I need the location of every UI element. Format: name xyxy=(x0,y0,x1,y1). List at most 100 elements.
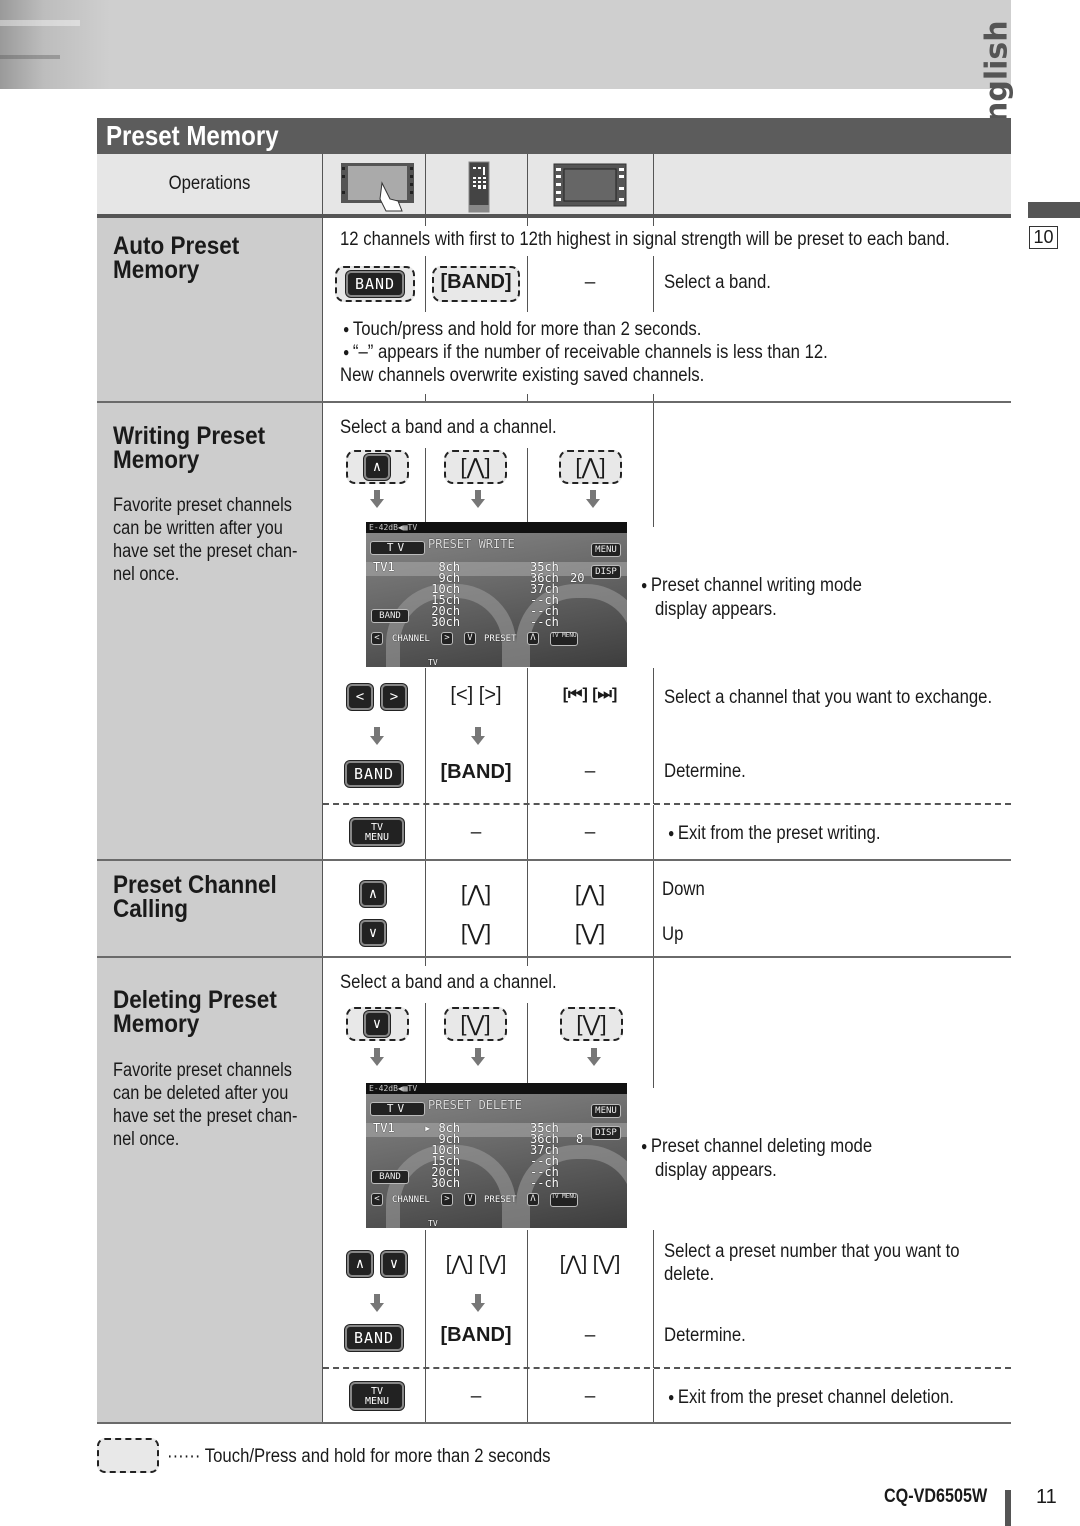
writing-preset-intro: Select a band and a channel. xyxy=(340,417,557,438)
down-arrow-icon xyxy=(370,1048,384,1066)
screen-disp-button: DISP xyxy=(591,1126,621,1140)
screen-disp-button: DISP xyxy=(591,565,621,579)
down-arrow-icon xyxy=(370,727,384,745)
deleting-screen-note: display appears. xyxy=(655,1160,777,1181)
down-arrow-icon xyxy=(587,1048,601,1066)
preset-down-touch-key[interactable]: ∨ xyxy=(381,1251,407,1277)
column-divider xyxy=(527,1003,528,1083)
down-arrow-icon xyxy=(471,1294,485,1312)
header-banner xyxy=(0,0,1011,89)
unit-key-none: – xyxy=(584,761,596,782)
preset-down-touch-key[interactable]: ∨ xyxy=(360,920,386,946)
column-divider xyxy=(425,1003,426,1083)
screen-right-channel-list: 35ch 36ch 37ch --ch --ch --ch xyxy=(530,1121,559,1190)
head-unit-icon xyxy=(553,163,627,207)
screen-right-channel-list: 35ch 36ch 37ch --ch --ch --ch xyxy=(530,560,559,629)
preset-up-touch-key[interactable]: ∧ xyxy=(347,1251,373,1277)
screen-counter: 8 xyxy=(576,1132,584,1146)
channel-unit-keys: [⏮] [⏭] xyxy=(562,686,618,703)
deleting-step2-action: Select a preset number that you want to d… xyxy=(664,1241,960,1285)
deleting-screen-note: Preset channel deleting mode xyxy=(641,1135,872,1160)
preset-down-unit-key: [⋁] xyxy=(576,1011,607,1036)
writing-preset-section-label: Writing Preset Memory Favorite preset cha… xyxy=(97,403,323,860)
column-divider xyxy=(653,861,654,957)
column-divider xyxy=(527,154,528,214)
screen-bottom-label: TV xyxy=(428,658,438,667)
screen-counter: 20 xyxy=(570,571,585,585)
screen-channel-label: CHANNEL xyxy=(392,634,430,644)
down-arrow-icon xyxy=(471,490,485,508)
column-divider xyxy=(653,218,654,226)
screen-preset-up-button: Λ xyxy=(527,632,539,645)
down-arrow-icon xyxy=(471,727,485,745)
auto-preset-note: Touch/press and hold for more than 2 sec… xyxy=(343,318,702,343)
screen-bridge-deck xyxy=(366,1123,627,1137)
legend-description: Touch/Press and hold for more than 2 sec… xyxy=(204,1446,551,1467)
auto-preset-note: “–” appears if the number of receivable … xyxy=(343,341,828,366)
language-tab: English xyxy=(980,20,1067,200)
screen-heading: PRESET DELETE xyxy=(428,1098,522,1112)
screen-band-button: BAND xyxy=(371,1170,409,1184)
preset-delete-screen: E-42dB◀▦TV TV PRESET DELETE MENU DISP TV… xyxy=(366,1083,627,1228)
page-title: Preset Memory xyxy=(106,120,279,151)
writing-preset-description: Favorite preset channels can be written a… xyxy=(113,495,298,585)
screen-preset-up-button: Λ xyxy=(527,1193,539,1206)
preset-up-touch-key[interactable]: ∧ xyxy=(360,881,386,907)
deleting-preset-section-label: Deleting Preset Memory Favorite preset ch… xyxy=(97,958,323,1423)
screen-heading: PRESET WRITE xyxy=(428,537,515,551)
screen-preset-down-button: V xyxy=(464,632,476,645)
channel-next-touch-key[interactable]: > xyxy=(381,684,407,710)
legend-text: ······ Touch/Press and hold for more tha… xyxy=(167,1445,551,1468)
column-divider xyxy=(653,1369,654,1423)
column-divider xyxy=(425,958,426,966)
screen-menu-button: MENU xyxy=(591,1104,621,1118)
writing-step3-action: Determine. xyxy=(664,761,746,782)
down-arrow-icon xyxy=(586,490,600,508)
channel-remote-keys: [<] [>] xyxy=(450,684,502,706)
down-arrow-icon xyxy=(471,1048,485,1066)
preset-unit-keys: [⋀] [⋁] xyxy=(559,1253,621,1275)
tv-menu-touch-key[interactable]: TV MENU xyxy=(350,1382,404,1410)
table-bottom-border xyxy=(97,1422,1011,1424)
screen-bridge-deck xyxy=(366,562,627,576)
down-arrow-icon xyxy=(370,1294,384,1312)
calling-section-label: Preset Channel Calling xyxy=(97,861,323,957)
screen-band-label: TV1 xyxy=(373,1121,395,1135)
preset-up-unit-key: [⋀] xyxy=(575,454,606,479)
screen-next-button: > xyxy=(441,1193,453,1206)
section-title-bar: Preset Memory xyxy=(97,118,1011,154)
preset-down-remote-key: [⋁] xyxy=(460,1011,491,1036)
legend-dots: ······ xyxy=(167,1446,201,1467)
preset-down-remote-key: [⋁] xyxy=(460,920,492,945)
banner-image xyxy=(0,0,110,89)
touch-panel-icon xyxy=(341,163,414,212)
auto-preset-action: Select a band. xyxy=(664,272,771,293)
screen-preset-label: PRESET xyxy=(484,634,517,644)
auto-preset-note: New channels overwrite existing saved ch… xyxy=(340,365,705,386)
remote-key-none: – xyxy=(470,1386,482,1407)
deleting-exit-action: Exit from the preset channel deletion. xyxy=(668,1386,954,1411)
language-tab-bar xyxy=(1028,202,1080,218)
column-divider xyxy=(425,448,426,522)
screen-preset-down-button: V xyxy=(464,1193,476,1206)
band-touch-key[interactable]: BAND xyxy=(345,1325,403,1351)
band-remote-key: [BAND] xyxy=(440,761,512,783)
unit-key-none: – xyxy=(584,272,596,293)
band-touch-key[interactable]: BAND xyxy=(345,761,403,787)
column-divider xyxy=(653,668,654,804)
screen-prev-button: < xyxy=(371,632,383,645)
screen-prev-button: < xyxy=(371,1193,383,1206)
writing-screen-note: Preset channel writing mode xyxy=(641,574,862,599)
dashed-divider xyxy=(323,803,1011,805)
channel-prev-touch-key[interactable]: < xyxy=(347,684,373,710)
preset-up-touch-key[interactable]: ∧ xyxy=(364,454,390,480)
column-divider xyxy=(653,256,654,312)
tv-menu-touch-key[interactable]: TV MENU xyxy=(350,818,404,846)
auto-preset-section-label: Auto Preset Memory xyxy=(97,218,323,402)
screen-next-button: > xyxy=(441,632,453,645)
deleting-preset-title: Deleting Preset Memory xyxy=(113,986,277,1038)
band-touch-key[interactable]: BAND xyxy=(346,271,404,297)
preset-down-touch-key[interactable]: ∨ xyxy=(364,1011,390,1037)
screen-preset-label: PRESET xyxy=(484,1195,517,1205)
screen-tv-button: TV xyxy=(370,1102,425,1116)
